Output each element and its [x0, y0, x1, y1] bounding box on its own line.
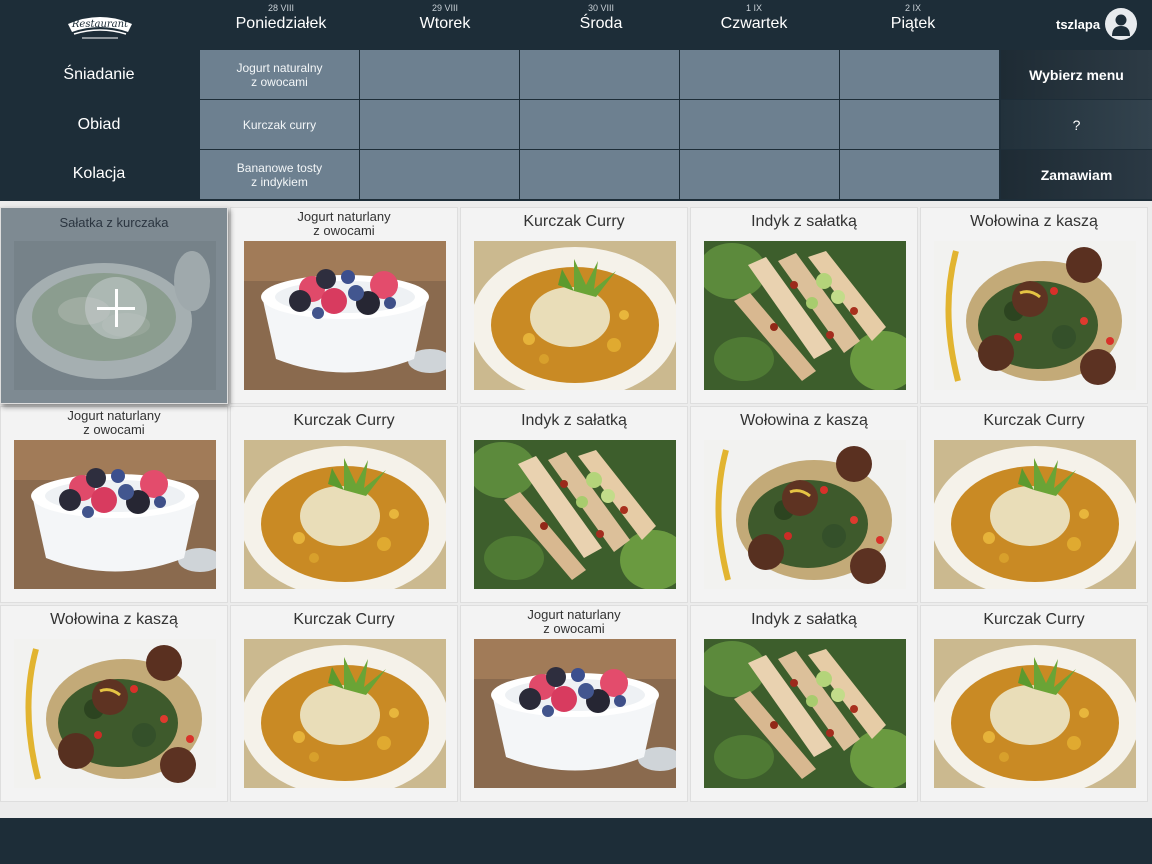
- menu-cell-breakfast-friday[interactable]: [840, 50, 999, 99]
- menu-cell-lunch-friday[interactable]: [840, 100, 999, 149]
- dish-photo-turkey: [704, 639, 906, 788]
- day-date: 30 VIII: [587, 3, 614, 13]
- dish-photo-curry: [934, 440, 1136, 589]
- dish-photo-beef: [704, 440, 906, 589]
- dish-title: Jogurt naturlany z owocami: [297, 209, 391, 238]
- meal-label-dinner: Kolacja: [72, 165, 126, 182]
- meal-label-lunch: Obiad: [77, 116, 121, 133]
- menu-cell-lunch-wednesday[interactable]: [520, 100, 679, 149]
- dish-tile[interactable]: Jogurt naturlany z owocami: [460, 605, 688, 802]
- username[interactable]: tszlapa: [1056, 17, 1100, 32]
- dish-title: Kurczak Curry: [983, 611, 1085, 628]
- order-button[interactable]: Zamawiam: [1001, 150, 1152, 199]
- dish-title: Kurczak Curry: [293, 412, 395, 429]
- dish-title: Indyk z sałatką: [751, 611, 857, 628]
- day-name: Środa: [579, 15, 623, 32]
- day-date: 28 VIII: [267, 3, 294, 13]
- logo-text: Restaurant: [71, 19, 129, 30]
- dish-title: Wołowina z kaszą: [50, 611, 178, 628]
- day-header-wednesday[interactable]: 30 VIII Środa: [521, 3, 681, 34]
- dish-tile[interactable]: Kurczak Curry: [460, 207, 688, 404]
- user-avatar-icon[interactable]: [1105, 8, 1137, 40]
- dish-title: Kurczak Curry: [293, 611, 395, 628]
- choose-menu-button[interactable]: Wybierz menu: [1001, 50, 1152, 99]
- dish-title: Jogurt naturlany z owocami: [527, 607, 621, 636]
- dish-tile[interactable]: Kurczak Curry: [920, 605, 1148, 802]
- menu-cell-dinner-friday[interactable]: [840, 150, 999, 199]
- dish-photo-turkey: [704, 241, 906, 390]
- dish-photo-beef: [14, 639, 216, 788]
- menu-cell-breakfast-thursday[interactable]: [680, 50, 839, 99]
- help-button[interactable]: ?: [1001, 100, 1152, 149]
- menu-cell-lunch-monday[interactable]: Kurczak curry: [200, 100, 359, 149]
- dish-title: Kurczak Curry: [983, 412, 1085, 429]
- dish-title: Indyk z sałatką: [751, 213, 857, 230]
- menu-cell-dinner-thursday[interactable]: [680, 150, 839, 199]
- dish-title: Jogurt naturlany z owocami: [67, 408, 161, 437]
- menu-cell-dinner-wednesday[interactable]: [520, 150, 679, 199]
- dish-photo-curry: [474, 241, 676, 390]
- dish-title: Sałatka z kurczaka: [59, 215, 169, 230]
- menu-cell-dinner-tuesday[interactable]: [360, 150, 519, 199]
- dish-tile[interactable]: Indyk z sałatką: [460, 406, 688, 603]
- plus-icon[interactable]: [85, 277, 147, 339]
- top-menu-bar: Restaurant 28 VIII Poniedziałek 29 VIII …: [0, 0, 1152, 201]
- dish-tile-selected[interactable]: Sałatka z kurczaka: [0, 207, 228, 404]
- menu-cell-breakfast-monday[interactable]: Jogurt naturalny z owocami: [200, 50, 359, 99]
- meal-label-breakfast: Śniadanie: [63, 66, 135, 83]
- day-name: Czwartek: [720, 15, 788, 32]
- dish-tile[interactable]: Indyk z sałatką: [690, 207, 918, 404]
- day-date: 2 IX: [904, 3, 921, 13]
- dish-title: Kurczak Curry: [523, 213, 625, 230]
- dish-photo-turkey: [474, 440, 676, 589]
- menu-cell-breakfast-tuesday[interactable]: [360, 50, 519, 99]
- dish-tile[interactable]: Jogurt naturlany z owocami: [0, 406, 228, 603]
- dish-photo-curry: [244, 440, 446, 589]
- dish-photo-beef: [934, 241, 1136, 390]
- day-name: Poniedziałek: [235, 15, 327, 32]
- restaurant-logo[interactable]: Restaurant: [60, 4, 140, 46]
- dish-tile[interactable]: Wołowina z kaszą: [690, 406, 918, 603]
- day-header-monday[interactable]: 28 VIII Poniedziałek: [201, 3, 361, 34]
- dish-title: Indyk z sałatką: [521, 412, 627, 429]
- dish-tile[interactable]: Kurczak Curry: [230, 605, 458, 802]
- menu-cell-lunch-tuesday[interactable]: [360, 100, 519, 149]
- dish-photo-yogurt: [14, 440, 216, 589]
- day-header-friday[interactable]: 2 IX Piątek: [833, 3, 993, 34]
- dish-tile[interactable]: Kurczak Curry: [920, 406, 1148, 603]
- day-date: 29 VIII: [431, 3, 458, 13]
- day-header-thursday[interactable]: 1 IX Czwartek: [674, 3, 834, 34]
- day-header-tuesday[interactable]: 29 VIII Wtorek: [365, 3, 525, 34]
- dish-tile[interactable]: Jogurt naturlany z owocami: [230, 207, 458, 404]
- dish-tile[interactable]: Wołowina z kaszą: [920, 207, 1148, 404]
- dish-tile[interactable]: Kurczak Curry: [230, 406, 458, 603]
- menu-cell-lunch-thursday[interactable]: [680, 100, 839, 149]
- dish-tile[interactable]: Indyk z sałatką: [690, 605, 918, 802]
- menu-cell-dinner-monday[interactable]: Bananowe tosty z indykiem: [200, 150, 359, 199]
- day-name: Piątek: [890, 15, 936, 32]
- dish-title: Wołowina z kaszą: [970, 213, 1098, 230]
- dish-title: Wołowina z kaszą: [740, 412, 868, 429]
- day-date: 1 IX: [745, 3, 762, 13]
- dish-photo-yogurt: [244, 241, 446, 390]
- dish-photo-curry: [244, 639, 446, 788]
- bottom-bar: [0, 818, 1152, 864]
- day-name: Wtorek: [419, 15, 471, 32]
- dish-photo-curry: [934, 639, 1136, 788]
- dish-tile[interactable]: Wołowina z kaszą: [0, 605, 228, 802]
- menu-cell-breakfast-wednesday[interactable]: [520, 50, 679, 99]
- dish-photo-yogurt: [474, 639, 676, 788]
